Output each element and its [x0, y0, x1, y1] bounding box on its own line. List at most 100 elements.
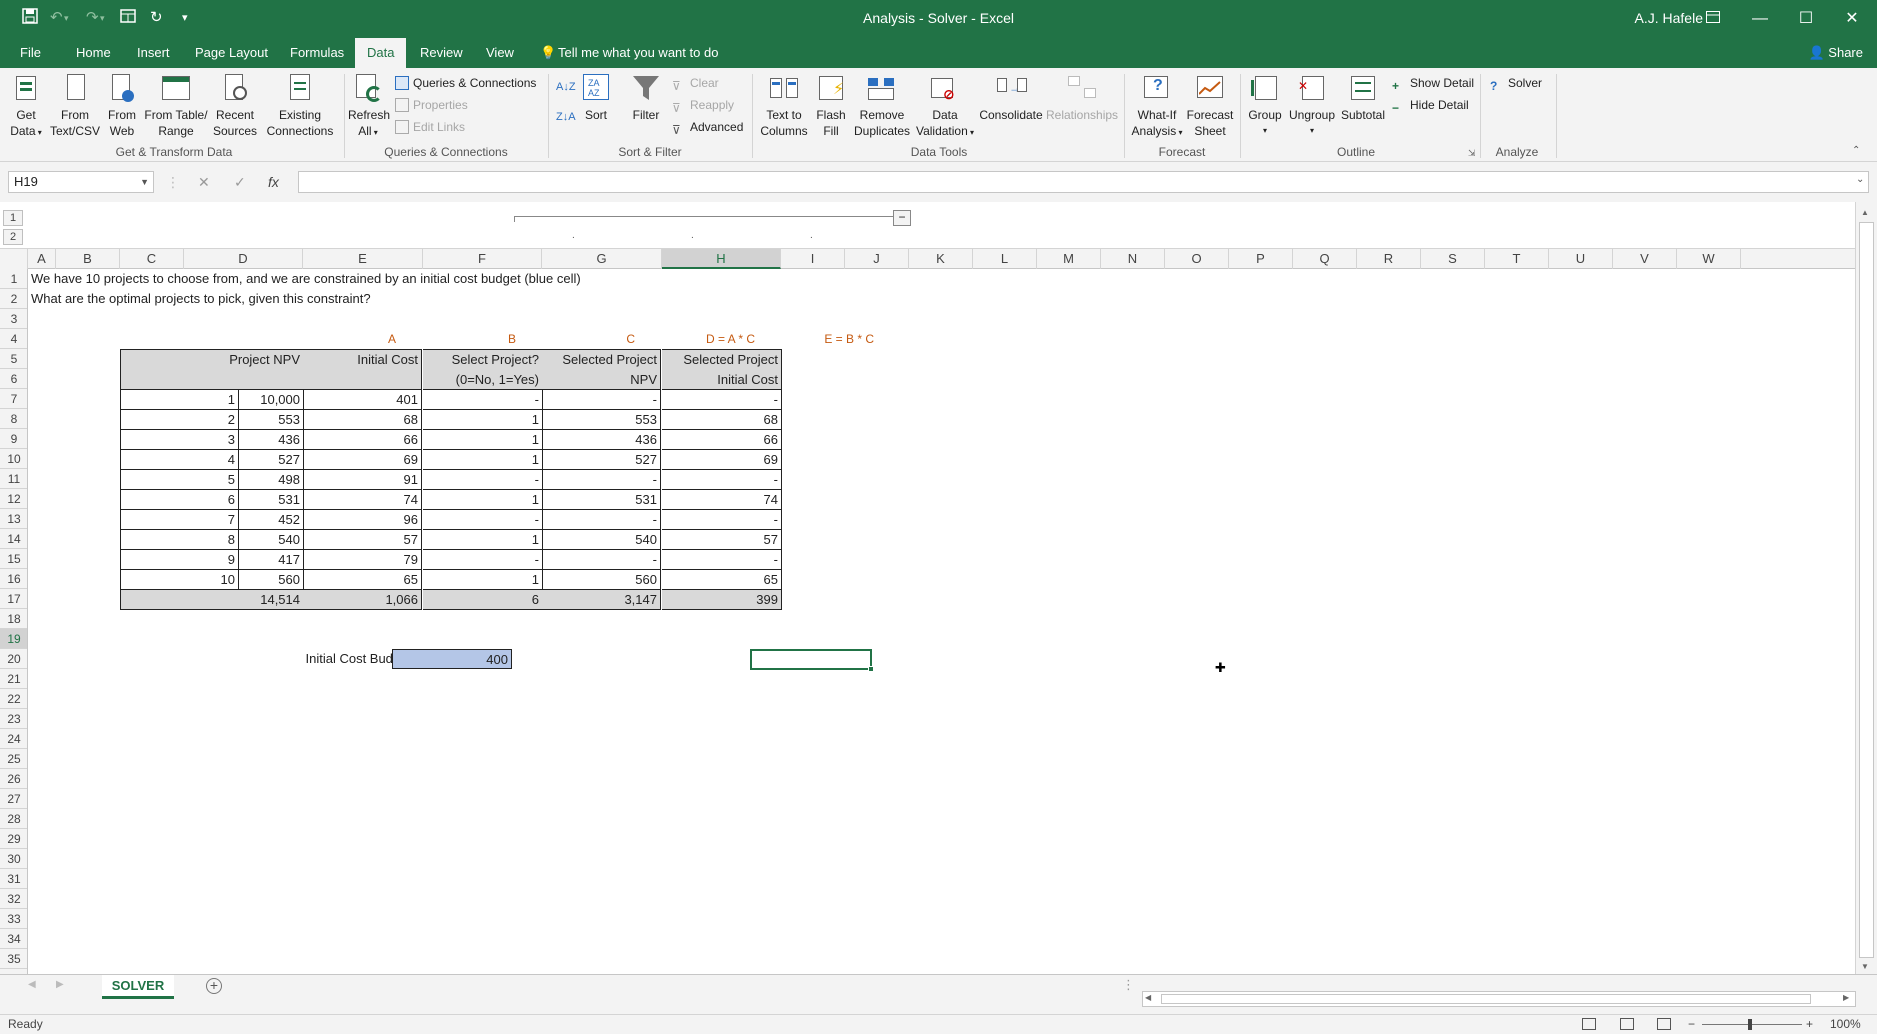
column-header-h[interactable]: H	[662, 249, 781, 269]
table-cell[interactable]: 531	[184, 490, 304, 510]
horizontal-scroll-thumb[interactable]	[1161, 994, 1811, 1004]
table-cell[interactable]: 553	[184, 410, 304, 430]
column-header-r[interactable]: R	[1357, 249, 1421, 269]
row-header-28[interactable]: 28	[0, 809, 27, 829]
data-validation-button[interactable]: ⊘ Data Validation ▾	[914, 72, 976, 141]
maximize-icon[interactable]: ☐	[1783, 0, 1829, 38]
row-header-23[interactable]: 23	[0, 709, 27, 729]
table-cell[interactable]: -	[662, 390, 782, 410]
table-cell[interactable]: 74	[662, 490, 782, 510]
total-cell[interactable]: 399	[662, 590, 782, 610]
column-header-b[interactable]: B	[56, 249, 120, 269]
table-cell[interactable]: -	[542, 390, 661, 410]
row-header-24[interactable]: 24	[0, 729, 27, 749]
enter-icon[interactable]: ✓	[234, 174, 246, 191]
row-header-11[interactable]: 11	[0, 469, 27, 489]
column-header-n[interactable]: N	[1101, 249, 1165, 269]
consolidate-button[interactable]: → Consolidate	[978, 72, 1044, 123]
table-header-h[interactable]: Selected Project Initial Cost	[662, 349, 782, 390]
prev-sheet-icon[interactable]: ◀	[28, 979, 36, 990]
outline-level-2[interactable]: 2	[3, 229, 23, 245]
properties-button[interactable]: Properties	[395, 96, 468, 114]
normal-view-icon[interactable]	[1582, 1018, 1596, 1030]
ungroup-button[interactable]: ✕ Ungroup ▾	[1288, 72, 1336, 139]
formula-input[interactable]	[298, 171, 1869, 193]
row-header-16[interactable]: 16	[0, 569, 27, 589]
row-header-8[interactable]: 8	[0, 409, 27, 429]
row-header-22[interactable]: 22	[0, 689, 27, 709]
table-cell[interactable]: -	[542, 510, 661, 530]
zoom-out-icon[interactable]: −	[1688, 1015, 1695, 1034]
edit-links-button[interactable]: Edit Links	[395, 118, 465, 136]
column-header-t[interactable]: T	[1485, 249, 1549, 269]
row-header-33[interactable]: 33	[0, 909, 27, 929]
total-cell[interactable]: 3,147	[542, 590, 661, 610]
table-cell[interactable]: 96	[303, 510, 422, 530]
row-header-1[interactable]: 1	[0, 269, 27, 289]
table-header-e[interactable]: Initial Cost	[303, 349, 422, 390]
column-header-o[interactable]: O	[1165, 249, 1229, 269]
table-cell[interactable]: -	[542, 550, 661, 570]
table-cell[interactable]: 436	[184, 430, 304, 450]
table-cell[interactable]: -	[662, 470, 782, 490]
table-cell[interactable]: 553	[542, 410, 661, 430]
tab-insert[interactable]: Insert	[125, 38, 182, 68]
column-header-p[interactable]: P	[1229, 249, 1293, 269]
column-header-w[interactable]: W	[1677, 249, 1741, 269]
column-header-k[interactable]: K	[909, 249, 973, 269]
clear-button[interactable]: ⊽ Clear	[672, 74, 719, 93]
column-header-l[interactable]: L	[973, 249, 1037, 269]
row-header-20[interactable]: 20	[0, 649, 27, 669]
row-header-4[interactable]: 4	[0, 329, 27, 349]
table-cell[interactable]: 10,000	[184, 390, 304, 410]
table-cell[interactable]: 498	[184, 470, 304, 490]
active-cell-h19[interactable]	[750, 649, 874, 672]
table-cell[interactable]: 1	[423, 450, 543, 470]
table-cell[interactable]: -	[423, 510, 543, 530]
table-header-d[interactable]: Project NPV	[184, 349, 304, 390]
row-header-31[interactable]: 31	[0, 869, 27, 889]
table-cell[interactable]: -	[423, 470, 543, 490]
table-cell[interactable]: -	[423, 550, 543, 570]
table-cell[interactable]: 531	[542, 490, 661, 510]
table-cell[interactable]: 1	[423, 570, 543, 590]
table-cell[interactable]: 57	[662, 530, 782, 550]
table-cell[interactable]: 560	[184, 570, 304, 590]
table-cell[interactable]: 1	[423, 430, 543, 450]
name-box[interactable]: H19 ▼	[8, 171, 154, 193]
tab-formulas[interactable]: Formulas	[278, 38, 356, 68]
add-sheet-icon[interactable]: +	[206, 978, 222, 994]
page-break-view-icon[interactable]	[1657, 1018, 1671, 1030]
table-cell[interactable]: -	[662, 550, 782, 570]
row-header-19[interactable]: 19	[0, 629, 27, 649]
table-cell[interactable]: 69	[662, 450, 782, 470]
table-cell[interactable]: 417	[184, 550, 304, 570]
worksheet-grid[interactable]: We have 10 projects to choose from, and …	[28, 269, 1855, 974]
table-cell[interactable]: -	[662, 510, 782, 530]
table-cell[interactable]: 527	[184, 450, 304, 470]
column-header-m[interactable]: M	[1037, 249, 1101, 269]
get-data-button[interactable]: Get Data ▾	[6, 72, 46, 141]
table-cell[interactable]: 68	[303, 410, 422, 430]
what-if-analysis-button[interactable]: ? What-If Analysis ▾	[1130, 72, 1184, 141]
expand-formula-icon[interactable]: ⌄	[1856, 174, 1864, 185]
hide-detail-button[interactable]: − Hide Detail	[1392, 96, 1469, 115]
vertical-scrollbar[interactable]: ▲ ▼	[1855, 202, 1877, 974]
row-header-9[interactable]: 9	[0, 429, 27, 449]
table-cell[interactable]: 436	[542, 430, 661, 450]
zoom-slider[interactable]	[1702, 1024, 1802, 1025]
row-header-17[interactable]: 17	[0, 589, 27, 609]
filter-button[interactable]: Filter	[626, 72, 666, 123]
row-header-34[interactable]: 34	[0, 929, 27, 949]
vertical-scroll-thumb[interactable]	[1859, 222, 1874, 958]
scroll-down-icon[interactable]: ▼	[1861, 962, 1869, 971]
row-header-25[interactable]: 25	[0, 749, 27, 769]
table-header-g[interactable]: Selected Project NPV	[542, 349, 661, 390]
table-cell[interactable]: 65	[303, 570, 422, 590]
dialog-launcher-icon[interactable]: ⇲	[1468, 144, 1476, 162]
collapse-ribbon-icon[interactable]: ⌃	[1852, 142, 1860, 160]
table-cell[interactable]: 79	[303, 550, 422, 570]
sheet-tab-solver[interactable]: SOLVER	[102, 975, 174, 999]
row-header-32[interactable]: 32	[0, 889, 27, 909]
column-header-c[interactable]: C	[120, 249, 184, 269]
